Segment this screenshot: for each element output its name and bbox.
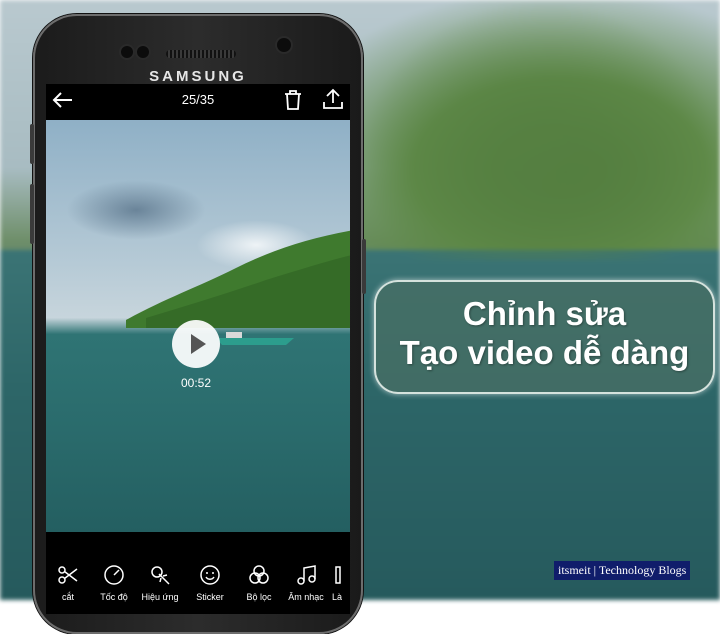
promo-caption: Chỉnh sửa Tạo video dễ dàng — [374, 280, 715, 394]
phone-brand-logo: SAMSUNG — [149, 68, 247, 85]
tool-speed[interactable]: Tốc độ — [92, 564, 136, 602]
app-screen: 25/35 00:52 cắt Tốc độ Hiệu ứng Sticker … — [46, 84, 350, 614]
tool-sticker[interactable]: Sticker — [188, 564, 232, 602]
magic-wand-icon — [151, 566, 170, 585]
tool-label: Hiệu ứng — [141, 592, 179, 602]
music-note-icon — [297, 565, 316, 585]
tool-label: cắt — [61, 592, 74, 602]
sensor-icon — [121, 46, 133, 58]
trash-icon[interactable] — [283, 89, 303, 111]
tool-music[interactable]: Âm nhạc — [284, 564, 328, 602]
share-upload-icon[interactable] — [322, 88, 344, 110]
partial-tool-icon — [335, 566, 341, 584]
media-counter: 25/35 — [181, 92, 215, 107]
tool-label: Âm nhạc — [288, 592, 324, 602]
tool-cut[interactable]: cắt — [46, 564, 90, 602]
phone-frame: SAMSUNG 25/35 00:52 cắt Tốc độ Hiệu ứng … — [30, 14, 366, 634]
watermark: itsmeit | Technology Blogs — [554, 561, 691, 580]
tool-label: Sticker — [196, 592, 224, 602]
tool-partial[interactable]: Là — [332, 564, 350, 602]
video-preview[interactable]: 00:52 — [46, 120, 350, 532]
boat — [216, 332, 294, 345]
tool-label: Bộ lọc — [246, 592, 272, 602]
tool-label: Tốc độ — [100, 592, 128, 602]
smiley-icon — [200, 565, 220, 585]
tool-filter[interactable]: Bộ lọc — [237, 564, 281, 602]
caption-line-1: Chỉnh sửa — [462, 295, 627, 332]
top-bar: 25/35 — [46, 84, 350, 118]
filter-circles-icon — [249, 565, 269, 584]
play-button[interactable] — [172, 320, 220, 368]
sensor-icon — [137, 46, 149, 58]
video-duration: 00:52 — [180, 376, 212, 390]
speedometer-icon — [104, 565, 124, 585]
scissors-icon — [58, 566, 78, 584]
edit-toolbar: cắt Tốc độ Hiệu ứng Sticker Bộ lọc Âm nh… — [46, 542, 350, 614]
island-hill — [126, 230, 350, 328]
tool-label: Là — [332, 592, 343, 602]
front-camera-icon — [277, 38, 291, 52]
tool-effects[interactable]: Hiệu ứng — [138, 564, 182, 602]
earpiece-speaker — [166, 50, 236, 58]
caption-line-2: Tạo video dễ dàng — [399, 334, 690, 371]
